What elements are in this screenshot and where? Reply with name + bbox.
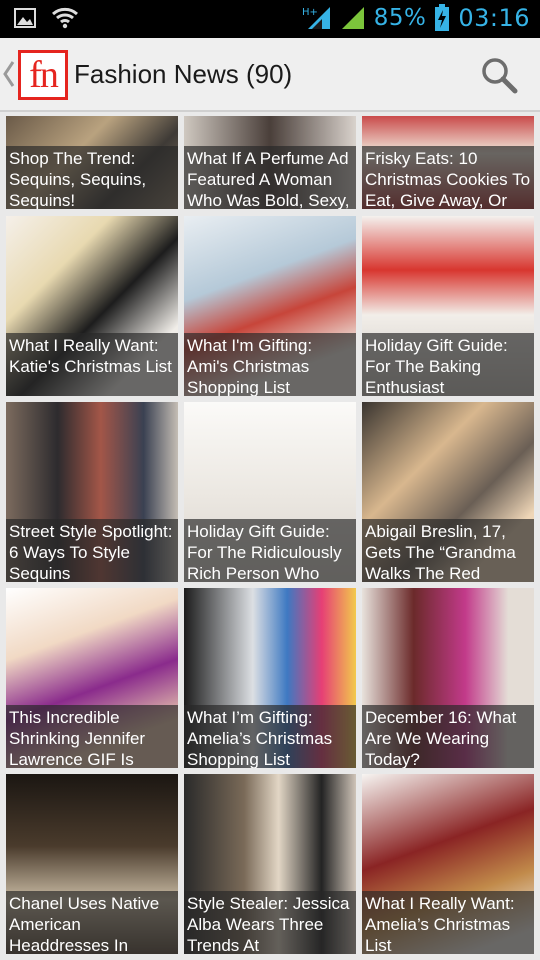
network-type-label: H+ <box>302 7 318 18</box>
status-time: 03:16 <box>458 4 530 32</box>
app-logo[interactable]: fn <box>18 50 68 100</box>
article-tile[interactable]: December 16: What Are We Wearing Today? <box>362 588 534 768</box>
battery-percent: 85% <box>373 5 427 31</box>
back-chevron-icon[interactable] <box>2 58 16 90</box>
article-caption: What I’m Gifting: Amelia’s Christmas Sho… <box>184 705 356 768</box>
article-title: This Incredible Shrinking Jennifer Lawre… <box>9 708 146 768</box>
article-caption: December 16: What Are We Wearing Today? <box>362 705 534 768</box>
article-caption: Street Style Spotlight: 6 Ways To Style … <box>6 519 178 582</box>
article-tile[interactable]: What I Really Want: Katie's Christmas Li… <box>6 216 178 396</box>
battery-charging-icon <box>435 4 450 31</box>
article-caption: Shop The Trend: Sequins, Sequins, Sequin… <box>6 146 178 209</box>
signal-strength-icon <box>341 7 364 29</box>
wifi-icon <box>52 7 78 29</box>
app-logo-text: fn <box>21 53 65 97</box>
article-tile[interactable]: Holiday Gift Guide: For The Ridiculously… <box>184 402 356 582</box>
article-title: What If A Perfume Ad Featured A Woman Wh… <box>187 149 350 209</box>
article-title: What I Really Want: Amelia’s Christmas L… <box>365 894 515 954</box>
article-tile[interactable]: What If A Perfume Ad Featured A Woman Wh… <box>184 116 356 209</box>
article-caption: This Incredible Shrinking Jennifer Lawre… <box>6 705 178 768</box>
search-icon[interactable] <box>480 56 518 94</box>
data-network-icon: H+ <box>302 7 330 29</box>
page-title: Fashion News (90) <box>74 59 293 89</box>
article-caption: What I Really Want: Amelia’s Christmas L… <box>362 891 534 954</box>
article-tile[interactable]: Style Stealer: Jessica Alba Wears Three … <box>184 774 356 954</box>
article-tile[interactable]: What I’m Gifting: Amelia’s Christmas Sho… <box>184 588 356 768</box>
article-title: Holiday Gift Guide: For The Baking Enthu… <box>365 336 508 396</box>
article-tile[interactable]: Chanel Uses Native American Headdresses … <box>6 774 178 954</box>
article-title: What I'm Gifting: Ami's Christmas Shoppi… <box>187 336 313 396</box>
article-caption: Chanel Uses Native American Headdresses … <box>6 891 178 954</box>
action-bar: fn Fashion News (90) <box>0 38 540 112</box>
article-title: December 16: What Are We Wearing Today? <box>365 708 517 768</box>
article-tile[interactable]: What I'm Gifting: Ami's Christmas Shoppi… <box>184 216 356 396</box>
article-title: Style Stealer: Jessica Alba Wears Three … <box>187 894 350 954</box>
article-tile[interactable]: Frisky Eats: 10 Christmas Cookies To Eat… <box>362 116 534 209</box>
article-title: Street Style Spotlight: 6 Ways To Style … <box>9 522 173 582</box>
article-tile[interactable]: Street Style Spotlight: 6 Ways To Style … <box>6 402 178 582</box>
status-bar: H+ 85% 03:16 <box>0 0 540 38</box>
article-title: What I Really Want: Katie's Christmas Li… <box>9 336 172 376</box>
article-caption: What If A Perfume Ad Featured A Woman Wh… <box>184 146 356 209</box>
article-title: Chanel Uses Native American Headdresses … <box>9 894 160 954</box>
article-tile[interactable]: What I Really Want: Amelia’s Christmas L… <box>362 774 534 954</box>
article-caption: What I Really Want: Katie's Christmas Li… <box>6 333 178 396</box>
article-caption: Frisky Eats: 10 Christmas Cookies To Eat… <box>362 146 534 209</box>
article-tile[interactable]: Shop The Trend: Sequins, Sequins, Sequin… <box>6 116 178 209</box>
article-caption: Holiday Gift Guide: For The Baking Enthu… <box>362 333 534 396</box>
gallery-notification-icon <box>14 8 36 28</box>
article-tile[interactable]: This Incredible Shrinking Jennifer Lawre… <box>6 588 178 768</box>
article-title: Abigail Breslin, 17, Gets The “Grandma W… <box>365 522 516 582</box>
article-title: Frisky Eats: 10 Christmas Cookies To Eat… <box>365 149 531 209</box>
article-title: What I’m Gifting: Amelia’s Christmas Sho… <box>187 708 333 768</box>
article-caption: Style Stealer: Jessica Alba Wears Three … <box>184 891 356 954</box>
article-tile[interactable]: Holiday Gift Guide: For The Baking Enthu… <box>362 216 534 396</box>
article-tile[interactable]: Abigail Breslin, 17, Gets The “Grandma W… <box>362 402 534 582</box>
article-caption: Abigail Breslin, 17, Gets The “Grandma W… <box>362 519 534 582</box>
article-title: Shop The Trend: Sequins, Sequins, Sequin… <box>9 149 147 209</box>
article-title: Holiday Gift Guide: For The Ridiculously… <box>187 522 342 582</box>
article-caption: What I'm Gifting: Ami's Christmas Shoppi… <box>184 333 356 396</box>
article-caption: Holiday Gift Guide: For The Ridiculously… <box>184 519 356 582</box>
